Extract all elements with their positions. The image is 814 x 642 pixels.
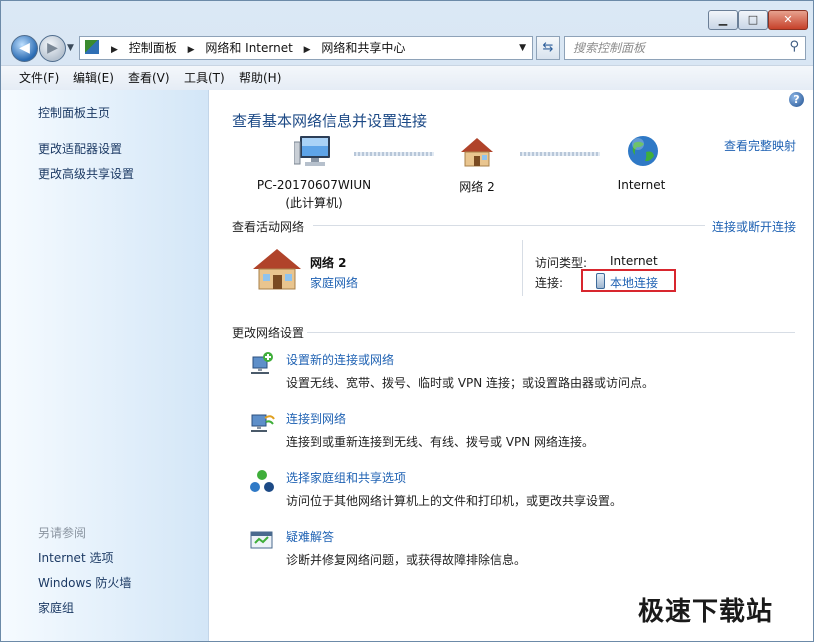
menu-view[interactable]: 查看(V): [128, 66, 170, 90]
access-type-value: Internet: [610, 254, 658, 268]
connect-network-description: 连接到或重新连接到无线、有线、拨号或 VPN 网络连接。: [286, 435, 595, 449]
home-network-icon: [461, 138, 493, 167]
breadcrumb-network-internet[interactable]: 网络和 Internet: [205, 37, 292, 59]
network-map-label: 网络 2: [459, 180, 495, 194]
breadcrumb-network-sharing-center[interactable]: 网络和共享中心: [321, 37, 405, 59]
network-name: 网络 2: [310, 256, 347, 270]
address-dropdown-icon[interactable]: ▼: [519, 37, 526, 59]
network-sharing-center-window: ▁ □ ✕ ◀ ▶ ▼ ▶ 控制面板 ▶ 网络和 Internet ▶ 网络和共…: [0, 0, 814, 642]
chevron-down-icon: ▼: [67, 43, 74, 53]
see-also-heading: 另请参阅: [38, 526, 87, 540]
connect-network-link[interactable]: 连接到网络: [286, 410, 346, 427]
home-network-icon: [253, 249, 301, 290]
help-icon[interactable]: ?: [789, 92, 804, 107]
change-settings-title: 更改网络设置: [232, 326, 305, 340]
breadcrumb-control-panel[interactable]: 控制面板: [129, 37, 177, 59]
recent-pages-dropdown[interactable]: ▼: [67, 43, 74, 53]
connection-line: [520, 152, 600, 156]
connect-disconnect-link[interactable]: 连接或断开连接: [712, 218, 796, 235]
maximize-button[interactable]: □: [738, 10, 768, 30]
sidebar-item-windows-firewall[interactable]: Windows 防火墙: [38, 574, 131, 591]
breadcrumb-separator-icon[interactable]: ▶: [111, 39, 118, 61]
local-connection-icon: [596, 273, 605, 289]
close-button[interactable]: ✕: [768, 10, 808, 30]
forward-arrow-icon: ▶: [47, 40, 58, 56]
menu-file[interactable]: 文件(F): [19, 66, 59, 90]
setup-connection-link[interactable]: 设置新的连接或网络: [286, 351, 394, 368]
sidebar-item-internet-options[interactable]: Internet 选项: [38, 549, 113, 566]
sidebar-item-control-panel-home[interactable]: 控制面板主页: [38, 104, 110, 121]
breadcrumb: ▶ 控制面板 ▶ 网络和 Internet ▶ 网络和共享中心: [104, 37, 405, 59]
homegroup-sharing-link[interactable]: 选择家庭组和共享选项: [286, 469, 406, 486]
computer-icon: [294, 136, 330, 166]
search-box[interactable]: ⚲: [564, 36, 806, 60]
homegroup-sharing-description: 访问位于其他网络计算机上的文件和打印机，或更改共享设置。: [286, 494, 623, 508]
active-networks-title: 查看活动网络: [232, 220, 305, 234]
search-icon[interactable]: ⚲: [789, 39, 799, 54]
watermark-logo: 极速下载站: [638, 597, 774, 627]
breadcrumb-separator-icon[interactable]: ▶: [188, 39, 195, 61]
page-title: 查看基本网络信息并设置连接: [232, 112, 428, 130]
sidebar: 控制面板主页 更改适配器设置 更改高级共享设置 另请参阅 Internet 选项…: [1, 90, 209, 641]
section-divider: [307, 332, 795, 333]
sidebar-item-homegroup[interactable]: 家庭组: [38, 599, 74, 616]
back-button[interactable]: ◀: [11, 35, 38, 62]
forward-button[interactable]: ▶: [39, 35, 66, 62]
connections-label: 连接:: [535, 276, 564, 290]
main-content: ? 查看基本网络信息并设置连接 查看完整映射 PC-20170607WIUN (…: [209, 90, 813, 641]
connection-line: [354, 152, 434, 156]
refresh-icon: ⇆: [542, 40, 554, 55]
search-input[interactable]: [571, 39, 775, 57]
menu-bar: 文件(F) 编辑(E) 查看(V) 工具(T) 帮助(H): [1, 65, 813, 91]
troubleshoot-icon: [250, 531, 273, 549]
refresh-button[interactable]: ⇆: [536, 36, 560, 60]
menu-tools[interactable]: 工具(T): [184, 66, 225, 90]
homegroup-icon: [250, 470, 274, 492]
minimize-button[interactable]: ▁: [708, 10, 738, 30]
control-panel-icon: [85, 40, 99, 54]
vertical-divider: [522, 240, 523, 296]
computer-name: PC-20170607WIUN: [256, 178, 372, 192]
back-arrow-icon: ◀: [19, 40, 30, 56]
local-connection-link[interactable]: 本地连接: [610, 274, 658, 291]
section-divider: [313, 225, 705, 226]
connect-network-icon: [251, 414, 275, 432]
sidebar-item-change-adapter-settings[interactable]: 更改适配器设置: [38, 140, 122, 157]
menu-edit[interactable]: 编辑(E): [73, 66, 114, 90]
breadcrumb-separator-icon[interactable]: ▶: [304, 39, 311, 61]
view-full-map-link[interactable]: 查看完整映射: [724, 137, 796, 154]
sidebar-item-advanced-sharing[interactable]: 更改高级共享设置: [38, 165, 134, 182]
network-type-link[interactable]: 家庭网络: [310, 274, 358, 291]
address-bar[interactable]: ▶ 控制面板 ▶ 网络和 Internet ▶ 网络和共享中心 ▼: [79, 36, 533, 60]
title-bar: ▁ □ ✕: [1, 1, 813, 31]
menu-help[interactable]: 帮助(H): [239, 66, 281, 90]
troubleshoot-link[interactable]: 疑难解答: [286, 528, 334, 545]
internet-label: Internet: [617, 178, 666, 192]
address-toolbar: ◀ ▶ ▼ ▶ 控制面板 ▶ 网络和 Internet ▶ 网络和共享中心 ▼ …: [1, 31, 813, 65]
computer-subtitle: (此计算机): [285, 196, 343, 210]
troubleshoot-description: 诊断并修复网络问题，或获得故障排除信息。: [286, 553, 527, 567]
internet-globe-icon: [628, 136, 658, 166]
access-type-label: 访问类型:: [535, 256, 588, 270]
setup-connection-description: 设置无线、宽带、拨号、临时或 VPN 连接；或设置路由器或访问点。: [286, 376, 655, 390]
new-connection-icon: [251, 352, 273, 374]
